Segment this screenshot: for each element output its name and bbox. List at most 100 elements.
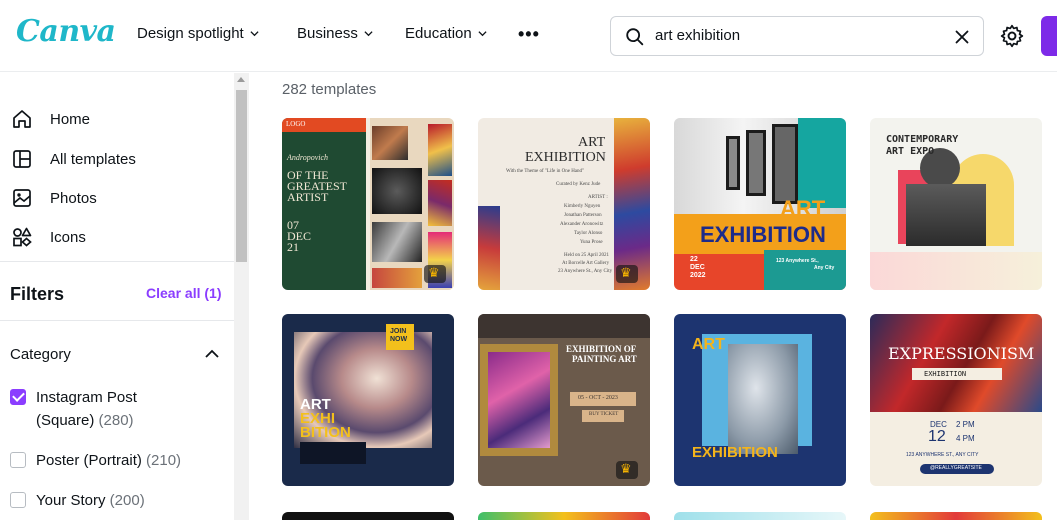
category-name-line2: (Square) (36, 412, 95, 429)
template-card-partial[interactable] (674, 512, 846, 520)
templates-icon (13, 150, 31, 168)
category-count: (200) (109, 492, 145, 509)
chevron-down-icon (364, 31, 373, 37)
sidebar-item-icons[interactable]: Icons (10, 225, 86, 249)
card-text: EXHIBITION OF (566, 344, 637, 354)
chevron-down-icon (478, 31, 487, 37)
template-card-partial[interactable] (870, 512, 1042, 520)
card-text: 23 Anywhere St., Any City (558, 269, 613, 274)
divider (0, 320, 234, 321)
template-card-partial[interactable] (478, 512, 650, 520)
template-card[interactable]: JOIN NOW ART EXHI BITION (282, 314, 454, 486)
category-name: Instagram Post (36, 389, 137, 406)
card-text: 22 (690, 256, 698, 263)
card-text: BUY TICKET (589, 412, 619, 417)
card-text: Jonathan Patterson (564, 213, 602, 218)
divider (0, 261, 234, 262)
card-text: ART (780, 196, 826, 221)
category-name: Poster (Portrait) (36, 452, 142, 469)
sidebar-item-home[interactable]: Home (10, 107, 90, 131)
card-text: ART (578, 135, 606, 150)
card-text: 123 ANYWHERE ST., ANY CITY (906, 452, 979, 458)
card-text: 123 Anywhere St., (776, 258, 819, 264)
close-icon[interactable] (951, 26, 973, 48)
sidebar-item-photos[interactable]: Photos (10, 186, 97, 210)
card-text: 05 - OCT - 2023 (578, 395, 618, 401)
card-text: 21 (287, 240, 299, 254)
card-text: Andropovich (287, 153, 329, 162)
card-text: ART EXPO (886, 146, 935, 157)
card-text: Curated by Kenz Jude (556, 182, 601, 187)
more-menu-button[interactable]: ••• (518, 24, 540, 45)
card-text: DEC (690, 264, 705, 271)
card-text: EXPRESSIONISM (888, 344, 1035, 363)
template-card[interactable]: ART EXHIBITION 22 DEC 2022 123 Anywhere … (674, 118, 846, 290)
card-text: BITION (300, 424, 351, 441)
template-card[interactable]: EXHIBITION OF PAINTING ART 05 - OCT - 20… (478, 314, 650, 486)
template-card[interactable]: ART EXHIBITION With the Theme of "Life i… (478, 118, 650, 290)
category-checkbox-poster-portrait[interactable]: Poster (Portrait) (210) (10, 449, 181, 472)
checkbox-checked[interactable] (10, 389, 26, 405)
scroll-up-arrow-icon[interactable] (237, 77, 245, 82)
search-bar[interactable]: art exhibition (610, 16, 984, 56)
card-text: EXHIBITION (525, 150, 606, 165)
category-section-title[interactable]: Category (10, 346, 71, 363)
nav-design-spotlight[interactable]: Design spotlight (137, 25, 259, 42)
category-name: Your Story (36, 492, 106, 509)
category-label: Your Story (200) (36, 489, 145, 512)
card-text: Alexander Aronowitz (560, 222, 604, 227)
card-text: Taylor Alonso (574, 231, 603, 236)
sidebar-item-label: Photos (50, 189, 97, 207)
card-text: 4 PM (956, 434, 975, 443)
template-card[interactable]: EXPRESSIONISM EXHIBITION DEC 12 2 PM 4 P… (870, 314, 1042, 486)
card-text: 12 (928, 428, 946, 445)
create-design-button[interactable] (1041, 16, 1057, 56)
category-checkbox-your-story[interactable]: Your Story (200) (10, 489, 145, 512)
nav-business[interactable]: Business (297, 25, 373, 42)
card-text: @REALLYGREATSITE (930, 465, 982, 471)
card-text: ART (692, 336, 725, 353)
checkbox[interactable] (10, 452, 26, 468)
sidebar-item-label: All templates (50, 150, 136, 168)
card-text: NOW (390, 336, 408, 343)
card-text: Any City (814, 265, 835, 271)
card-text: Yuna Prose (580, 240, 603, 245)
sidebar-item-label: Icons (50, 228, 86, 246)
card-text: EXHIBITION (924, 370, 967, 378)
card-text: CONTEMPORARY (886, 134, 959, 145)
template-card[interactable]: CONTEMPORARY ART EXPO (870, 118, 1042, 290)
search-icon (626, 28, 644, 46)
clear-all-filters-link[interactable]: Clear all (1) (146, 285, 221, 301)
filters-title: Filters (10, 284, 65, 304)
canva-logo[interactable]: Canva (16, 14, 116, 49)
card-text: At Borcelle Art Gallery (562, 261, 610, 266)
card-text: 2022 (690, 272, 706, 279)
home-icon (13, 110, 31, 128)
card-text: EXHIBITION (700, 222, 826, 247)
card-text: EXHIBITION (692, 444, 778, 461)
template-card[interactable]: ART EXHIBITION (674, 314, 846, 486)
scrollbar-thumb[interactable] (236, 90, 247, 262)
category-label: Instagram Post (Square) (280) (36, 386, 137, 432)
sidebar-item-all-templates[interactable]: All templates (10, 147, 136, 171)
card-text: Kimberly Nguyen (564, 204, 601, 209)
nav-label: Design spotlight (137, 25, 244, 42)
template-card[interactable]: LOGO Andropovich OF THE GREATEST ARTIST … (282, 118, 454, 290)
checkbox[interactable] (10, 492, 26, 508)
premium-crown-icon (424, 265, 446, 283)
category-count: (280) (98, 412, 134, 429)
premium-crown-icon (616, 461, 638, 479)
nav-label: Business (297, 25, 358, 42)
category-count: (210) (146, 452, 182, 469)
chevron-up-icon[interactable] (204, 348, 220, 360)
card-text: With the Theme of "Life in One Hand" (506, 169, 585, 174)
template-count: 282 templates (282, 81, 377, 98)
category-checkbox-instagram-post[interactable]: Instagram Post (Square) (280) (10, 386, 137, 432)
nav-education[interactable]: Education (405, 25, 487, 42)
gear-icon[interactable] (999, 23, 1025, 49)
card-text: JOIN (390, 328, 407, 335)
sidebar-item-label: Home (50, 110, 91, 128)
template-card-partial[interactable] (282, 512, 454, 520)
search-input[interactable]: art exhibition (655, 27, 740, 44)
nav-label: Education (405, 25, 472, 42)
